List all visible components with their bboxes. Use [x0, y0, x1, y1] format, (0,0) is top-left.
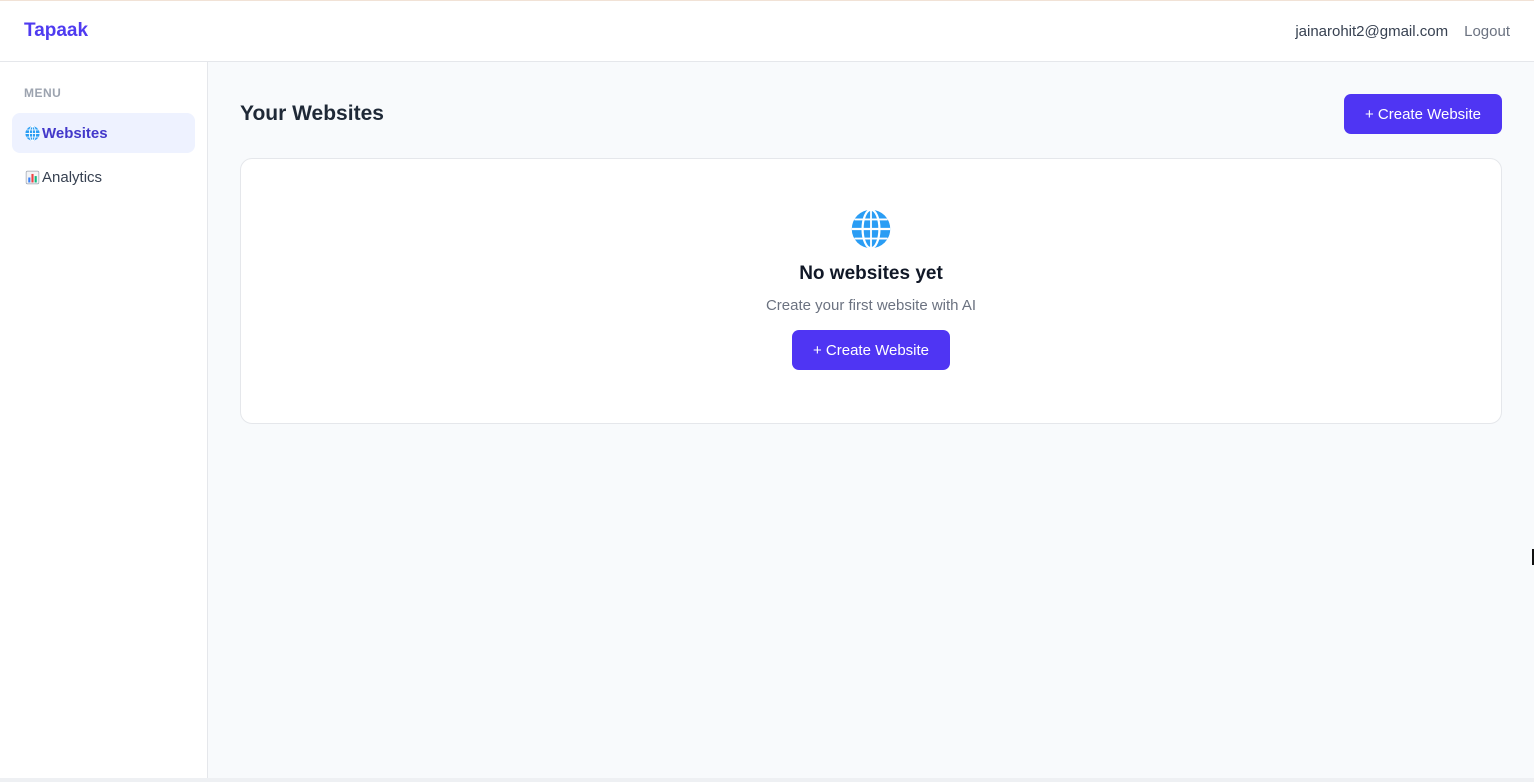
user-email: jainarohit2@gmail.com: [1295, 22, 1449, 40]
empty-state-create-website-button[interactable]: + Create Website: [791, 330, 951, 370]
main-content: Your Websites + Create Website No websit…: [208, 62, 1534, 782]
page-title: Your Websites: [240, 102, 384, 125]
main-header: Your Websites + Create Website: [240, 94, 1502, 134]
menu-heading: MENU: [24, 86, 62, 100]
brand-logo[interactable]: Tapaak: [24, 20, 88, 42]
user-area: jainarohit2@gmail.com Logout: [1295, 23, 1510, 40]
sidebar-item-label: Websites: [42, 124, 108, 142]
sidebar: MENU Websites Analytics: [0, 62, 208, 778]
logout-link[interactable]: Logout: [1464, 23, 1510, 40]
sidebar-item-label: Analytics: [42, 168, 103, 186]
globe-icon: [851, 208, 891, 250]
sidebar-item-analytics[interactable]: Analytics: [12, 157, 195, 197]
globe-icon: [25, 125, 40, 141]
top-bar: Tapaak jainarohit2@gmail.com Logout: [0, 0, 1534, 62]
create-website-button[interactable]: + Create Website: [1343, 94, 1502, 134]
empty-state-card: No websites yet Create your first websit…: [240, 158, 1502, 424]
empty-state-title: No websites yet: [799, 263, 943, 284]
bar-chart-icon: [25, 170, 40, 184]
sidebar-item-websites[interactable]: Websites: [12, 113, 195, 153]
bottom-divider: [0, 778, 1534, 782]
empty-state-subtitle: Create your first website with AI: [765, 297, 977, 314]
